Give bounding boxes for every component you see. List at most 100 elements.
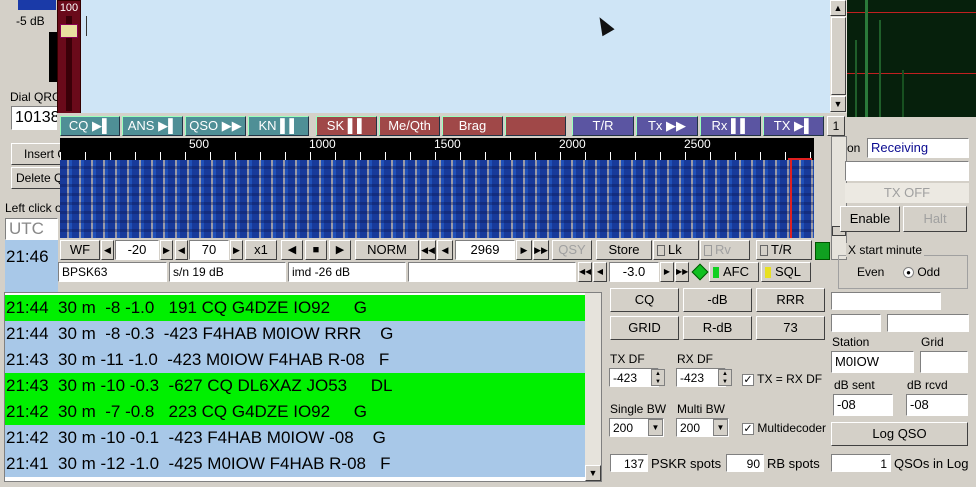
squelch-down[interactable]: ◀ — [593, 262, 607, 282]
db-sent-field[interactable]: -08 — [833, 394, 893, 416]
macro-sk-button[interactable]: SK ▌▌ — [316, 116, 377, 136]
wf-button[interactable]: WF — [60, 240, 100, 260]
station-label: Station — [832, 335, 870, 349]
multi-bw-dropdown-icon[interactable]: ▼ — [713, 419, 728, 436]
zoom-center-button[interactable]: ■ — [305, 240, 327, 260]
decode-row[interactable]: 21:44 30 m -8 -0.3 -423 F4HAB M0IOW RRR … — [5, 321, 585, 347]
squelch-fast-down[interactable]: ◀◀ — [578, 262, 592, 282]
quick-73-button[interactable]: 73 — [756, 316, 825, 340]
signal-level-bar — [815, 242, 830, 260]
freq-fast-down[interactable]: ◀◀ — [420, 240, 436, 260]
tx-eq-rx-checkbox[interactable]: ✓ TX = RX DF — [742, 372, 822, 386]
decode-row[interactable]: 21:41 30 m -12 -1.0 -425 M0IOW F4HAB R-0… — [5, 451, 585, 477]
ref-value[interactable]: -20 — [115, 240, 159, 260]
macro-ans-button[interactable]: ANS ▶▌ — [122, 116, 183, 136]
station-field[interactable]: M0IOW — [831, 351, 914, 373]
zoom-left-button[interactable]: ◀ — [281, 240, 303, 260]
squelch-value[interactable]: -3.0 — [609, 262, 659, 282]
macro-meqth-button[interactable]: Me/Qth — [379, 116, 440, 136]
slider-thumb[interactable] — [60, 24, 78, 38]
scale-tick-1000: 1000 — [309, 137, 336, 151]
text-cursor-icon — [86, 16, 87, 36]
sql-toggle[interactable]: SQL — [761, 262, 811, 282]
decode-row[interactable]: 21:42 30 m -10 -0.1 -423 F4HAB M0IOW -08… — [5, 425, 585, 451]
afc-toggle[interactable]: AFC — [709, 262, 759, 282]
odd-radio[interactable]: ● Odd — [903, 265, 940, 279]
quick-minus-db-button[interactable]: -dB — [683, 288, 752, 312]
carrier-freq-value[interactable]: 2969 — [455, 240, 515, 260]
sn-field: s/n 19 dB — [169, 262, 286, 282]
reverse-toggle[interactable]: Rv — [700, 240, 750, 260]
top-scroll-thumb[interactable] — [831, 17, 846, 95]
store-button[interactable]: Store — [596, 240, 652, 260]
quick-r-db-button[interactable]: R-dB — [683, 316, 752, 340]
utc-header: UTC — [5, 218, 58, 240]
single-bw-dropdown-icon[interactable]: ▼ — [648, 419, 663, 436]
macro-qso-button[interactable]: QSO ▶▶ — [185, 116, 246, 136]
freq-fast-up[interactable]: ▶▶ — [533, 240, 549, 260]
tx-start-label: X start minute — [846, 243, 925, 257]
tx-off-indicator: TX OFF — [845, 183, 969, 203]
tx-df-spinner[interactable]: ▲ ▼ — [651, 369, 665, 386]
macro-brag-button[interactable]: Brag — [442, 116, 503, 136]
dial-qrg-field[interactable]: 10138 — [11, 106, 61, 130]
scale-tick-2000: 2000 — [559, 137, 586, 151]
range-decrease[interactable]: ◀ — [175, 240, 188, 260]
squelch-up[interactable]: ▶ — [660, 262, 674, 282]
db-rcvd-field[interactable]: -08 — [906, 394, 968, 416]
extra-field-1 — [831, 292, 941, 310]
quick-rrr-button[interactable]: RRR — [756, 288, 825, 312]
insert-qrg-button[interactable]: Insert Q — [11, 143, 61, 165]
range-value[interactable]: 70 — [189, 240, 229, 260]
macro-txend-button[interactable]: TX ▶▌ — [763, 116, 824, 136]
top-scroll-down[interactable]: ▼ — [830, 96, 846, 112]
single-bw-label: Single BW — [610, 402, 667, 416]
halt-tx-button[interactable]: Halt — [903, 206, 967, 232]
norm-button[interactable]: NORM — [355, 240, 419, 260]
decode-row[interactable]: 21:44 30 m -8 -1.0 191 CQ G4DZE IO92 G — [5, 295, 585, 321]
waterfall-display[interactable] — [60, 160, 814, 238]
macro-tx-button[interactable]: Tx ▶▶ — [636, 116, 698, 136]
zoom-button[interactable]: x1 — [245, 240, 277, 260]
multidecoder-checkbox[interactable]: ✓ Multidecoder — [742, 421, 826, 435]
range-increase[interactable]: ▶ — [230, 240, 243, 260]
tr-toggle[interactable]: T/R — [756, 240, 812, 260]
macro-set-number[interactable]: 1 — [827, 116, 845, 136]
qsy-button[interactable]: QSY — [552, 240, 592, 260]
log-qso-button[interactable]: Log QSO — [831, 422, 968, 446]
freq-up[interactable]: ▶ — [516, 240, 532, 260]
db-label: -5 dB — [16, 14, 45, 28]
macro-tr-button[interactable]: T/R — [572, 116, 634, 136]
ref-decrease[interactable]: ◀ — [101, 240, 114, 260]
top-scroll-up[interactable]: ▲ — [830, 0, 846, 16]
multi-bw-label: Multi BW — [677, 402, 725, 416]
extra-field-2 — [831, 314, 881, 332]
scale-tick-marks — [60, 152, 814, 160]
squelch-fast-up[interactable]: ▶▶ — [675, 262, 689, 282]
dial-qrg-label: Dial QRG — [10, 90, 62, 104]
decode-row[interactable]: 21:43 30 m -10 -0.3 -627 CQ DL6XAZ JO53 … — [5, 373, 585, 399]
delete-qrg-button[interactable]: Delete Q — [11, 167, 61, 189]
decode-row[interactable]: 21:43 30 m -11 -1.0 -423 M0IOW F4HAB R-0… — [5, 347, 585, 373]
pskr-spots-label: PSKR spots — [651, 456, 722, 471]
quick-cq-button[interactable]: CQ — [610, 288, 679, 312]
zoom-right-button[interactable]: ▶ — [329, 240, 351, 260]
freq-down[interactable]: ◀ — [437, 240, 453, 260]
mode-field: BPSK63 — [58, 262, 167, 282]
macro-kn-button[interactable]: KN ▌▌ — [248, 116, 309, 136]
lock-toggle[interactable]: Lk — [653, 240, 699, 260]
enable-tx-button[interactable]: Enable — [840, 206, 900, 232]
quick-grid-button[interactable]: GRID — [610, 316, 679, 340]
macro-rx-button[interactable]: Rx ▌▌ — [700, 116, 761, 136]
decode-scroll-down[interactable]: ▼ — [585, 465, 601, 481]
diamond-indicator-icon — [691, 263, 709, 281]
macro-cq-button[interactable]: CQ ▶▌ — [60, 116, 120, 136]
ref-increase[interactable]: ▶ — [160, 240, 173, 260]
rx-df-spinner[interactable]: ▲ ▼ — [718, 369, 732, 386]
decode-row[interactable]: 21:42 30 m -7 -0.8 223 CQ G4DZE IO92 G — [5, 399, 585, 425]
freq-chart-area — [81, 0, 830, 113]
decode-list-scrollbar[interactable] — [585, 293, 601, 481]
macro-blank-button[interactable] — [505, 116, 566, 136]
even-radio[interactable]: Even — [845, 265, 884, 279]
grid-field[interactable] — [920, 351, 968, 373]
